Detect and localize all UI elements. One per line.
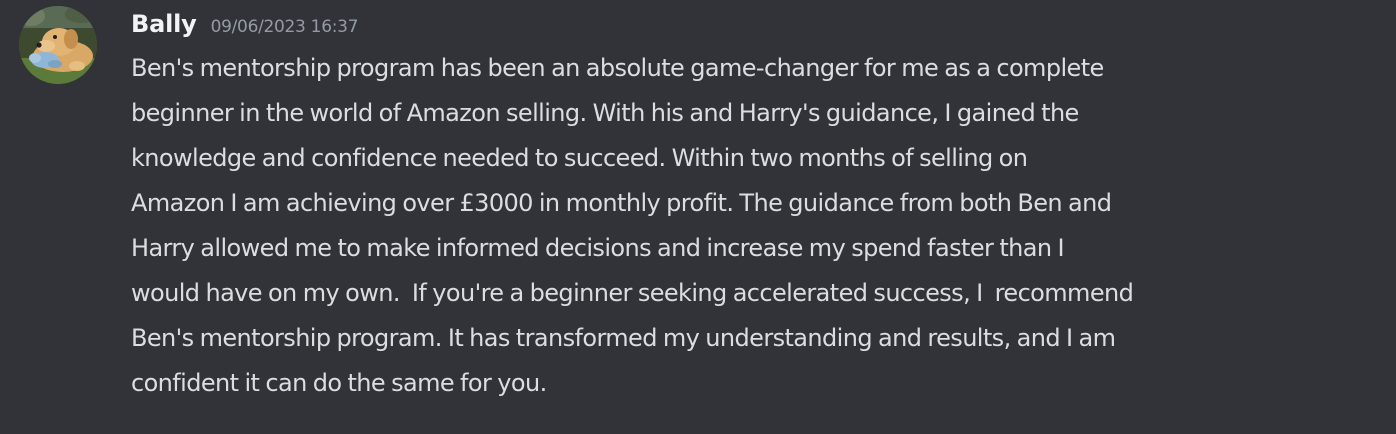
dog-avatar-icon: [19, 6, 97, 84]
message-line: beginner in the world of Amazon selling.…: [131, 99, 1079, 127]
message-content: Ben's mentorship program has been an abs…: [131, 46, 1361, 406]
timestamp[interactable]: 09/06/2023 16:37: [211, 17, 359, 37]
username[interactable]: Bally: [131, 10, 197, 38]
message-line: Harry allowed me to make informed decisi…: [131, 234, 1065, 262]
message-line: confident it can do the same for you.: [131, 369, 547, 397]
chat-message: Bally 09/06/2023 16:37 Ben's mentorship p…: [0, 0, 1396, 434]
message-line: knowledge and confidence needed to succe…: [131, 144, 1028, 172]
message-line: Ben's mentorship program has been an abs…: [131, 54, 1104, 82]
user-avatar[interactable]: [19, 6, 97, 84]
message-line: Amazon I am achieving over £3000 in mont…: [131, 189, 1112, 217]
message-line: Ben's mentorship program. It has transfo…: [131, 324, 1116, 352]
message-header: Bally 09/06/2023 16:37: [131, 6, 358, 42]
message-line: would have on my own. If you're a beginn…: [131, 279, 1134, 307]
